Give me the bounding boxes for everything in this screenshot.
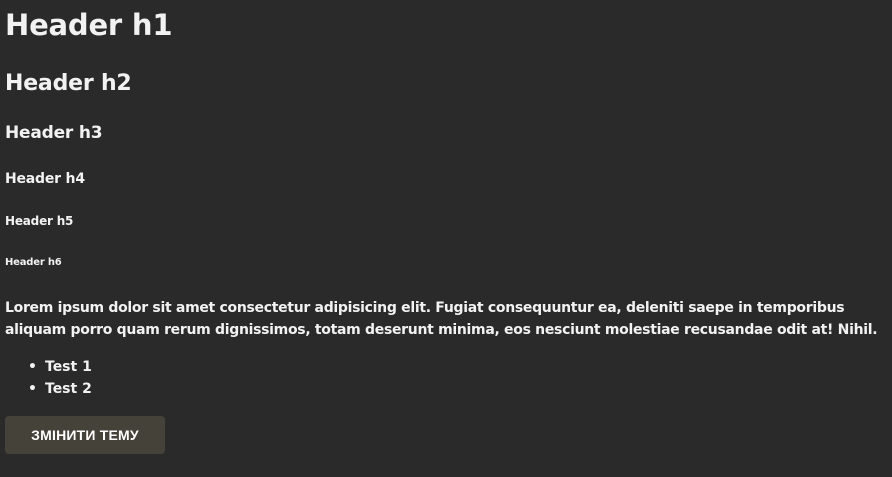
list-item: • Test 2	[5, 378, 92, 400]
bullet-icon: •	[28, 381, 37, 397]
header-h6: Header h6	[5, 257, 62, 268]
header-h4: Header h4	[5, 171, 85, 187]
test-list: • Test 1 • Test 2	[5, 356, 92, 400]
header-h2: Header h2	[5, 71, 132, 96]
list-item-label: Test 2	[45, 381, 92, 397]
header-h1: Header h1	[5, 8, 173, 42]
header-h3: Header h3	[5, 123, 103, 143]
lorem-paragraph: Lorem ipsum dolor sit amet consectetur a…	[5, 300, 878, 338]
change-theme-button[interactable]: ЗМІНИТИ ТЕМУ	[5, 416, 165, 454]
bullet-icon: •	[28, 359, 37, 375]
header-h5: Header h5	[5, 214, 74, 228]
list-item: • Test 1	[5, 356, 92, 378]
list-item-label: Test 1	[45, 359, 92, 375]
page-content: Header h1 Header h2 Header h3 Header h4 …	[0, 0, 892, 477]
